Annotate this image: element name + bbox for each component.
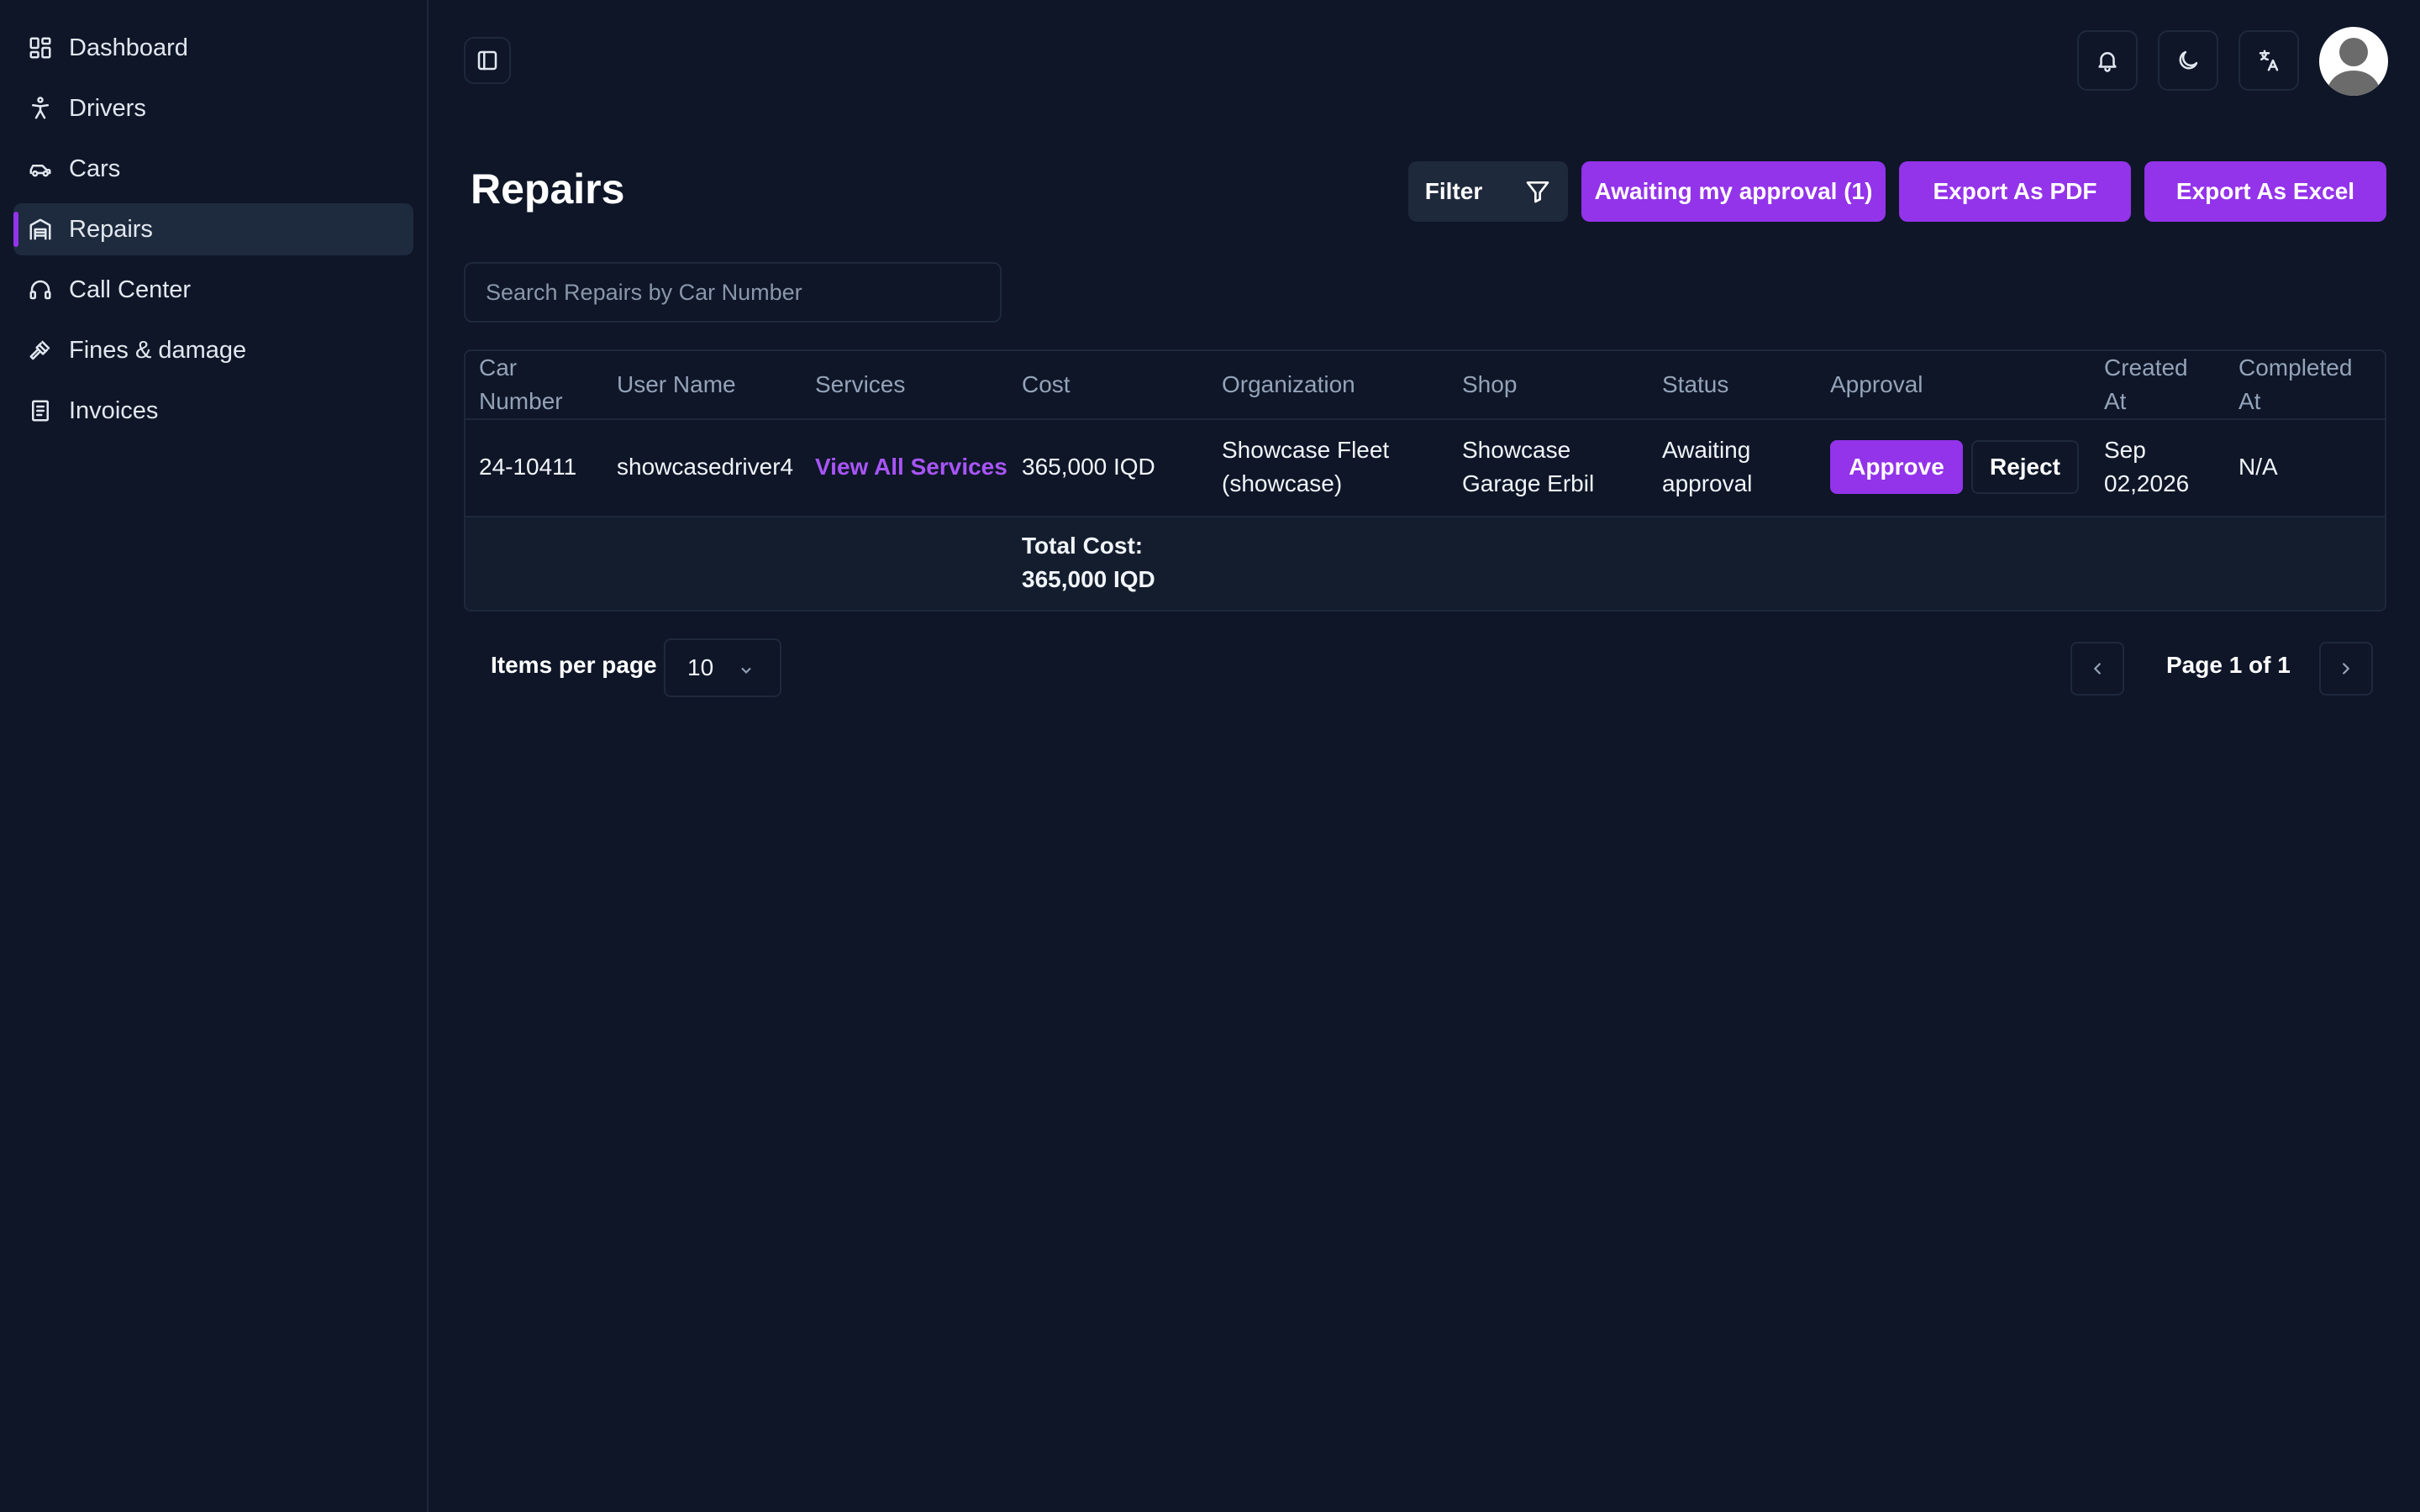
car-icon	[27, 155, 54, 182]
cell-car-number: 24-10411	[479, 454, 577, 480]
row-divider	[466, 516, 2385, 517]
sidebar-item-label: Cars	[69, 155, 121, 182]
sidebar-item-call-center[interactable]: Call Center	[13, 264, 413, 316]
search-input[interactable]	[464, 262, 1002, 323]
cell-user-name: showcasedriver4	[617, 454, 794, 480]
export-pdf-button[interactable]: Export As PDF	[1899, 161, 2131, 222]
sidebar-item-cars[interactable]: Cars	[13, 143, 413, 195]
header-divider	[466, 418, 2385, 420]
chevron-down-icon	[741, 667, 751, 674]
page-title: Repairs	[471, 165, 625, 213]
header-cost[interactable]: Cost	[1022, 368, 1071, 402]
items-per-page-label: Items per page	[491, 652, 657, 678]
header-completed-at[interactable]: Completed At	[2238, 351, 2352, 418]
total-cost: Total Cost: 365,000 IQD	[1022, 533, 1155, 592]
sidebar-item-label: Fines & damage	[69, 336, 247, 364]
headset-icon	[27, 276, 54, 303]
repairs-table: Car Number User Name Services Cost Organ…	[464, 349, 2386, 612]
cell-organization: Showcase Fleet (showcase)	[1222, 437, 1390, 496]
view-all-services-link[interactable]: View All Services	[815, 450, 1007, 484]
header-organization[interactable]: Organization	[1222, 368, 1355, 402]
app-root: Dashboard Drivers Cars Repairs Call Cent…	[0, 0, 2420, 1512]
cell-status: Awaiting approval	[1662, 437, 1753, 496]
page-info: Page 1 of 1	[2166, 652, 2291, 678]
sidebar-toggle-button[interactable]	[464, 37, 511, 84]
sidebar-item-dashboard[interactable]: Dashboard	[13, 22, 413, 74]
sidebar-item-label: Call Center	[69, 276, 192, 303]
bell-icon	[2098, 52, 2117, 72]
sidebar-item-invoices[interactable]: Invoices	[13, 385, 413, 437]
filter-button[interactable]: Filter	[1408, 161, 1568, 222]
theme-toggle-button[interactable]	[2158, 30, 2218, 91]
sidebar-item-repairs[interactable]: Repairs	[13, 203, 413, 255]
awaiting-approval-button[interactable]: Awaiting my approval (1)	[1581, 161, 1886, 222]
cell-created-at: Sep 02,2026	[2104, 437, 2190, 496]
sidebar-item-label: Invoices	[69, 396, 159, 424]
items-per-page-select[interactable]: 10	[664, 638, 781, 697]
sidebar-item-drivers[interactable]: Drivers	[13, 82, 413, 134]
language-button[interactable]	[2238, 30, 2299, 91]
approve-button[interactable]: Approve	[1830, 440, 1963, 494]
items-per-page-value: 10	[687, 654, 714, 680]
cell-shop: Showcase Garage Erbil	[1462, 437, 1595, 496]
sidebar-toggle-icon	[477, 50, 497, 71]
sidebar-item-label: Repairs	[69, 215, 153, 243]
header-shop[interactable]: Shop	[1462, 368, 1517, 402]
header-created-at[interactable]: Created At	[2104, 351, 2188, 418]
chevron-left-icon	[2094, 663, 2101, 675]
sidebar-item-label: Dashboard	[69, 34, 188, 61]
sidebar-item-label: Drivers	[69, 94, 146, 122]
header-services[interactable]: Services	[815, 368, 905, 402]
garage-icon	[27, 216, 54, 243]
user-avatar[interactable]	[2319, 27, 2388, 96]
header-approval[interactable]: Approval	[1830, 368, 1923, 402]
prev-page-button[interactable]	[2070, 642, 2124, 696]
header-user-name[interactable]: User Name	[617, 368, 736, 402]
gavel-icon	[27, 337, 54, 364]
header-status[interactable]: Status	[1662, 368, 1728, 402]
dashboard-icon	[27, 34, 54, 61]
export-excel-button[interactable]: Export As Excel	[2144, 161, 2386, 222]
translate-icon	[2259, 50, 2279, 71]
sidebar-item-fines-damage[interactable]: Fines & damage	[13, 324, 413, 376]
person-icon	[27, 95, 54, 122]
reject-button[interactable]: Reject	[1971, 440, 2079, 494]
invoice-icon	[27, 397, 54, 424]
filter-icon	[1526, 181, 1549, 203]
chevron-right-icon	[2343, 663, 2349, 675]
filter-label: Filter	[1424, 178, 1483, 204]
moon-icon	[2179, 50, 2198, 70]
notifications-button[interactable]	[2077, 30, 2138, 91]
cell-cost: 365,000 IQD	[1022, 454, 1155, 480]
cell-completed-at: N/A	[2238, 454, 2278, 480]
next-page-button[interactable]	[2319, 642, 2373, 696]
header-car-number[interactable]: Car Number	[479, 351, 563, 418]
sidebar: Dashboard Drivers Cars Repairs Call Cent…	[0, 0, 429, 1512]
user-avatar-icon	[2326, 38, 2381, 96]
total-row: Total Cost: 365,000 IQD	[466, 516, 2385, 610]
